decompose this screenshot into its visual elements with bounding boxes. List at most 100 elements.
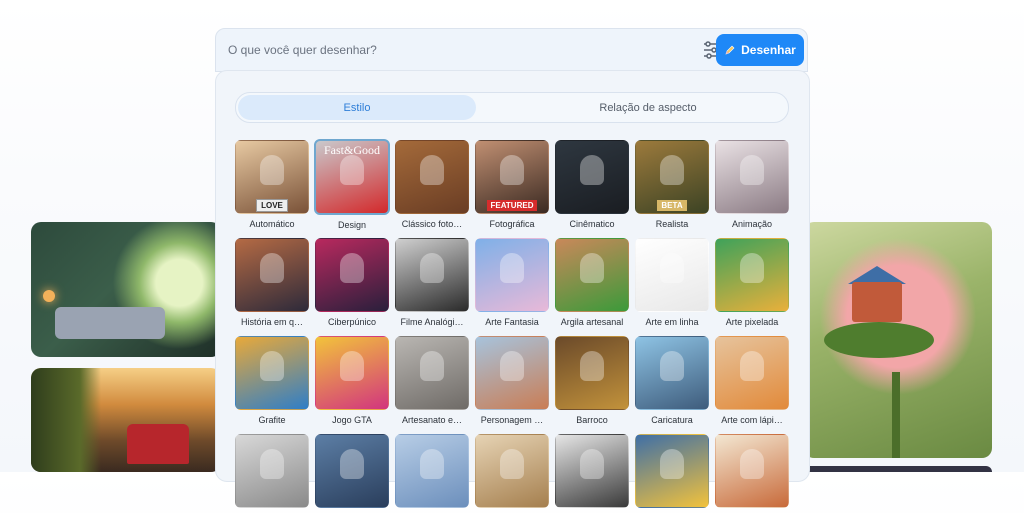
style-option[interactable]: BETA Realista [635, 140, 709, 229]
style-label: Filme Analógi… [400, 317, 464, 327]
thumbnail-figure [580, 449, 604, 479]
style-label: Arte em linha [645, 317, 699, 327]
thumbnail-figure [500, 351, 524, 381]
style-option[interactable]: Cinêmatico [555, 140, 629, 229]
style-picker-panel: Estilo Relação de aspecto LOVE Automático… [215, 70, 810, 508]
search-input[interactable] [228, 40, 688, 60]
thumbnail-figure [340, 253, 364, 283]
style-thumbnail [395, 238, 469, 312]
cover-title-text: Fast&Good [323, 143, 380, 157]
style-thumbnail [235, 238, 309, 312]
style-thumbnail [315, 336, 389, 410]
thumbnail-figure [580, 253, 604, 283]
background-flower-image [804, 222, 992, 458]
style-thumbnail [475, 336, 549, 410]
style-label: Fotográfica [489, 219, 535, 229]
style-option[interactable]: Filme Analógi… [395, 238, 469, 327]
style-thumbnail [315, 238, 389, 312]
thumbnail-figure [660, 253, 684, 283]
style-label: Ciberpúnico [327, 317, 377, 327]
style-option[interactable]: Artesanato e… [395, 336, 469, 425]
background-bedroom-image [31, 222, 221, 357]
style-label: Arte com lápi… [721, 415, 783, 425]
draw-button-label: Desenhar [741, 43, 796, 57]
thumbnail-figure [500, 449, 524, 479]
style-thumbnail [635, 336, 709, 410]
thumbnail-figure [740, 351, 764, 381]
style-option[interactable] [715, 434, 789, 513]
style-label: Clássico foto… [401, 219, 463, 229]
style-thumbnail [395, 140, 469, 214]
thumbnail-figure [660, 449, 684, 479]
style-option[interactable]: Argila artesanal [555, 238, 629, 327]
thumbnail-figure [340, 351, 364, 381]
tree-shape [31, 368, 101, 472]
style-option[interactable] [395, 434, 469, 513]
style-thumbnail [235, 336, 309, 410]
tab-style[interactable]: Estilo [238, 95, 476, 120]
thumbnail-figure [260, 155, 284, 185]
style-option[interactable] [555, 434, 629, 513]
style-label: Barroco [576, 415, 608, 425]
thumbnail-badge: LOVE [236, 199, 308, 212]
style-option[interactable]: Arte em linha [635, 238, 709, 327]
style-option[interactable] [315, 434, 389, 513]
style-thumbnail [635, 238, 709, 312]
style-option[interactable]: Ciberpúnico [315, 238, 389, 327]
style-option[interactable]: Arte com lápi… [715, 336, 789, 425]
thumbnail-figure [420, 253, 444, 283]
style-label: Grafite [258, 415, 286, 425]
thumbnail-figure [580, 155, 604, 185]
style-thumbnail: Fast&Good [314, 139, 390, 215]
style-option[interactable]: Caricatura [635, 336, 709, 425]
style-thumbnail: BETA [635, 140, 709, 214]
thumbnail-figure [740, 155, 764, 185]
thumbnail-figure [660, 351, 684, 381]
thumbnail-figure [580, 351, 604, 381]
background-street-image [31, 368, 221, 472]
style-option[interactable] [475, 434, 549, 513]
style-option[interactable]: Fast&Good Design [314, 139, 390, 230]
style-thumbnail [395, 434, 469, 508]
style-option[interactable]: LOVE Automático [235, 140, 309, 229]
style-thumbnail [715, 238, 789, 312]
tab-bar: Estilo Relação de aspecto [235, 92, 789, 123]
style-option[interactable]: FEATURED Fotográfica [475, 140, 549, 229]
style-option[interactable]: Clássico foto… [395, 140, 469, 229]
badge-text: FEATURED [486, 200, 538, 211]
style-thumbnail [555, 140, 629, 214]
thumbnail-figure [420, 449, 444, 479]
thumbnail-figure [420, 351, 444, 381]
style-option[interactable]: Grafite [235, 336, 309, 425]
style-thumbnail [555, 434, 629, 508]
style-thumbnail [475, 434, 549, 508]
style-thumbnail [715, 434, 789, 508]
style-label: Animação [731, 219, 773, 229]
background-bottom-image [804, 466, 992, 472]
style-option[interactable] [235, 434, 309, 513]
style-option[interactable]: Jogo GTA [315, 336, 389, 425]
thumbnail-figure [660, 155, 684, 185]
thumbnail-figure [420, 155, 444, 185]
style-label: Argila artesanal [560, 317, 624, 327]
style-option[interactable] [635, 434, 709, 513]
style-thumbnail [555, 238, 629, 312]
thumbnail-figure [340, 449, 364, 479]
stem-shape [892, 372, 900, 458]
style-thumbnail [635, 434, 709, 508]
style-option[interactable]: Arte Fantasia [475, 238, 549, 327]
style-label: Realista [655, 219, 689, 229]
style-thumbnail [475, 238, 549, 312]
style-option[interactable]: Arte pixelada [715, 238, 789, 327]
draw-button[interactable]: Desenhar [716, 34, 804, 66]
style-option[interactable]: Barroco [555, 336, 629, 425]
style-option[interactable]: Animação [715, 140, 789, 229]
tab-aspect-ratio[interactable]: Relação de aspecto [510, 95, 786, 120]
thumbnail-figure [500, 253, 524, 283]
style-label: Caricatura [651, 415, 693, 425]
style-option[interactable]: Personagem … [475, 336, 549, 425]
thumbnail-figure [500, 155, 524, 185]
style-option[interactable]: História em q… [235, 238, 309, 327]
moss-shape [824, 322, 934, 358]
thumbnail-badge: BETA [636, 200, 708, 211]
